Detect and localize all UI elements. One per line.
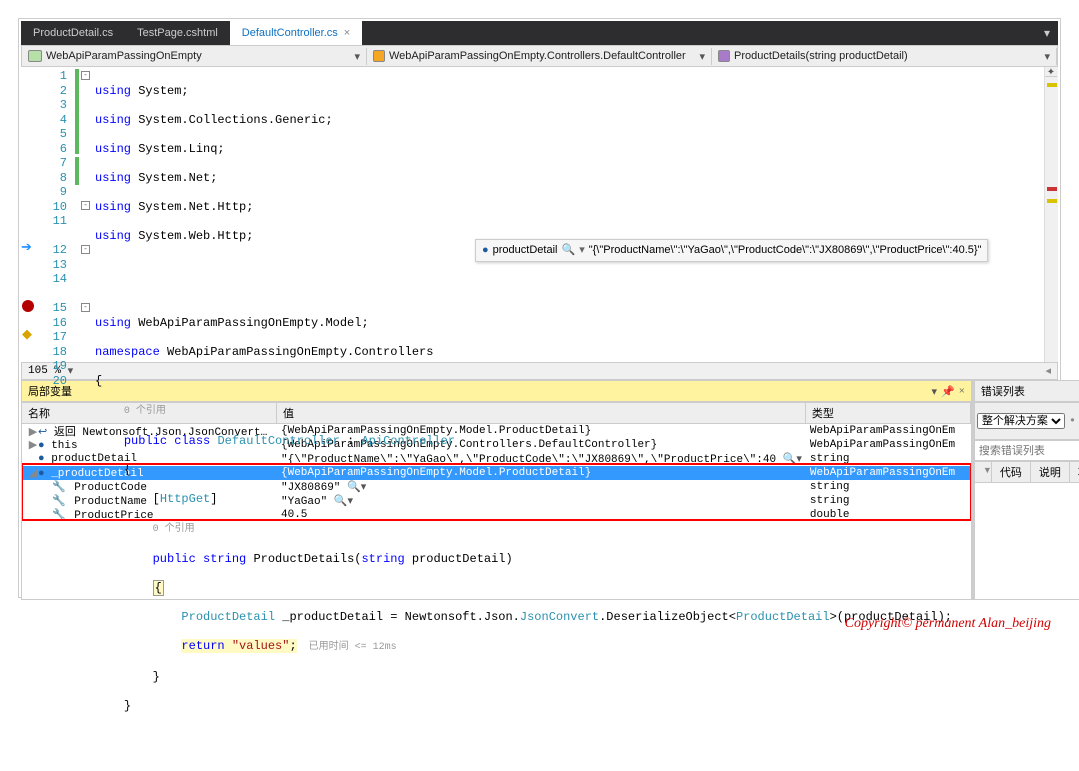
chevron-down-icon: ▾ (354, 50, 360, 63)
outline-collapse-icon[interactable]: - (81, 71, 90, 80)
document-tabs: ProductDetail.cs TestPage.cshtml Default… (21, 21, 1058, 45)
col-proj[interactable]: 项目 (1070, 462, 1079, 482)
chevron-down-icon[interactable]: ▾ (68, 364, 74, 378)
chevron-down-icon: ▾ (1044, 50, 1050, 63)
navigation-bar: WebApiParamPassingOnEmpty▾ WebApiParamPa… (21, 45, 1058, 67)
search-icon[interactable]: 🔍 (561, 243, 575, 258)
class-icon (373, 50, 385, 62)
chevron-down-icon: ▾ (699, 50, 705, 63)
copyright-watermark: Copyright© permanent Alan_beijing (845, 616, 1051, 632)
arrow-blue-icon: ➔ (21, 240, 32, 255)
code-area[interactable]: using System; using System.Collections.G… (95, 67, 1058, 362)
outline-collapse-icon[interactable]: - (81, 245, 90, 254)
line-numbers: 1234567891011 121314 151617181920 (35, 67, 75, 362)
debug-datatip[interactable]: ● productDetail 🔍 ▾ "{\"ProductName\":\"… (475, 239, 988, 262)
vertical-scrollbar[interactable]: ✦ (1044, 67, 1058, 362)
tab-testpage[interactable]: TestPage.cshtml (125, 21, 230, 45)
current-line-icon: ◆ (22, 327, 32, 342)
tab-overflow-icon[interactable]: ▾ (1036, 26, 1058, 41)
method-icon (718, 50, 730, 62)
split-handle-icon[interactable]: ✦ (1045, 67, 1057, 77)
outline-collapse-icon[interactable]: - (81, 201, 90, 210)
outlining-gutter[interactable]: - - - - (81, 67, 95, 362)
breakpoint-margin[interactable]: ➔ ◆ (21, 67, 35, 362)
code-editor[interactable]: ➔ ◆ 1234567891011 121314 151617181920 - … (21, 67, 1058, 362)
nav-member[interactable]: ProductDetails(string productDetail)▾ (712, 48, 1057, 65)
outline-collapse-icon[interactable]: - (81, 303, 90, 312)
close-icon[interactable]: × (344, 27, 350, 39)
tab-defaultcontroller[interactable]: DefaultController.cs× (230, 21, 362, 45)
datatip-value: "{\"ProductName\":\"YaGao\",\"ProductCod… (589, 243, 982, 258)
tab-productdetail[interactable]: ProductDetail.cs (21, 21, 125, 45)
breakpoint-icon[interactable] (22, 300, 34, 312)
nav-class[interactable]: WebApiParamPassingOnEmpty.Controllers.De… (367, 48, 712, 65)
project-icon (28, 50, 42, 62)
nav-project[interactable]: WebApiParamPassingOnEmpty▾ (22, 48, 367, 65)
datatip-variable: productDetail (493, 243, 558, 258)
